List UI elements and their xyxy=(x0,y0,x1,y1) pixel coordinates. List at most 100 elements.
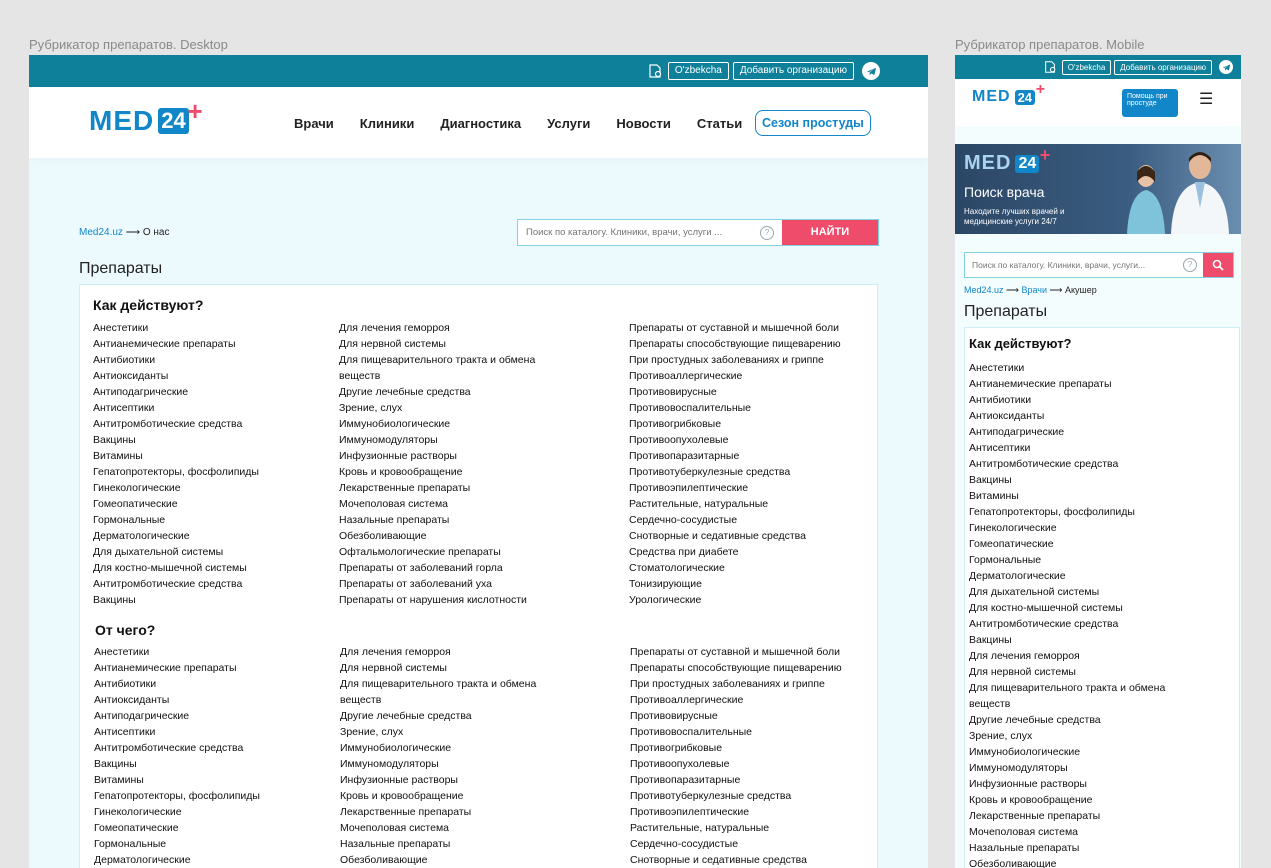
list-item[interactable]: Для костно-мышечной системы xyxy=(93,560,323,576)
list-item[interactable]: Антитромботические средства xyxy=(969,616,1199,632)
list-item[interactable]: Инфузионные растворы xyxy=(340,772,570,788)
list-item[interactable]: Иммуномодуляторы xyxy=(969,760,1199,776)
list-item[interactable]: Антиподагрические xyxy=(93,384,323,400)
list-item[interactable]: Кровь и кровообращение xyxy=(339,464,569,480)
list-item[interactable]: Антианемические препараты xyxy=(94,660,324,676)
list-item[interactable]: Снотворные и седативные средства xyxy=(630,852,870,868)
list-item[interactable]: Витамины xyxy=(969,488,1199,504)
list-item[interactable]: Лекарственные препараты xyxy=(340,804,570,820)
list-item[interactable]: Обезболивающие xyxy=(340,852,570,868)
list-item[interactable]: Противотуберкулезные средства xyxy=(629,464,869,480)
list-item[interactable]: Гормональные xyxy=(94,836,324,852)
nav-item-doctors[interactable]: Врачи xyxy=(294,116,334,131)
list-item[interactable]: Для дыхательной системы xyxy=(93,544,323,560)
list-item[interactable]: Мочеполовая система xyxy=(340,820,570,836)
accessibility-icon[interactable] xyxy=(646,62,664,80)
list-item[interactable]: Зрение, слух xyxy=(339,400,569,416)
list-item[interactable]: Антитромботические средства xyxy=(93,416,323,432)
nav-item-news[interactable]: Новости xyxy=(616,116,671,131)
list-item[interactable]: Для нервной системы xyxy=(340,660,570,676)
list-item[interactable]: Назальные препараты xyxy=(969,840,1199,856)
list-item[interactable]: Антиподагрические xyxy=(969,424,1199,440)
find-doctor-banner[interactable]: MED 24 + Поиск врача Находите лучших врач… xyxy=(955,144,1241,234)
list-item[interactable]: Офтальмологические препараты xyxy=(339,544,569,560)
list-item[interactable]: Анестетики xyxy=(94,644,324,660)
list-item[interactable]: Витамины xyxy=(94,772,324,788)
list-item[interactable]: Препараты от заболеваний уха xyxy=(339,576,569,592)
list-item[interactable]: Препараты от суставной и мышечной боли xyxy=(630,644,870,660)
list-item[interactable]: Для нервной системы xyxy=(969,664,1199,680)
search-input[interactable] xyxy=(965,253,1183,277)
list-item[interactable]: Иммунобиологические xyxy=(339,416,569,432)
list-item[interactable]: Антиоксиданты xyxy=(969,408,1199,424)
list-item[interactable]: Антианемические препараты xyxy=(969,376,1199,392)
menu-icon[interactable]: ☰ xyxy=(1199,89,1213,109)
list-item[interactable]: Мочеполовая система xyxy=(339,496,569,512)
list-item[interactable]: Назальные препараты xyxy=(339,512,569,528)
list-item[interactable]: Снотворные и седативные средства xyxy=(629,528,869,544)
list-item[interactable]: Гепатопротекторы, фосфолипиды xyxy=(969,504,1199,520)
telegram-icon[interactable] xyxy=(862,62,880,80)
list-item[interactable]: Антибиотики xyxy=(93,352,323,368)
list-item[interactable]: Гинекологические xyxy=(969,520,1199,536)
list-item[interactable]: Препараты от заболеваний горла xyxy=(339,560,569,576)
list-item[interactable]: Обезболивающие xyxy=(339,528,569,544)
list-item[interactable]: Назальные препараты xyxy=(340,836,570,852)
list-item[interactable]: Антибиотики xyxy=(969,392,1199,408)
list-item[interactable]: Антиоксиданты xyxy=(94,692,324,708)
list-item[interactable]: Инфузионные растворы xyxy=(339,448,569,464)
list-item[interactable]: Для пищеварительного тракта и обмена вещ… xyxy=(340,676,570,708)
list-item[interactable]: Для костно-мышечной системы xyxy=(969,600,1199,616)
list-item[interactable]: Противопаразитарные xyxy=(630,772,870,788)
list-item[interactable]: Противовоспалительные xyxy=(629,400,869,416)
list-item[interactable]: Антибиотики xyxy=(94,676,324,692)
list-item[interactable]: Противоэпилептические xyxy=(629,480,869,496)
list-item[interactable]: Для пищеварительного тракта и обмена вещ… xyxy=(339,352,569,384)
list-item[interactable]: Вакцины xyxy=(93,432,323,448)
list-item[interactable]: Препараты от суставной и мышечной боли xyxy=(629,320,869,336)
list-item[interactable]: Растительные, натуральные xyxy=(629,496,869,512)
list-item[interactable]: Противовирусные xyxy=(629,384,869,400)
list-item[interactable]: Лекарственные препараты xyxy=(339,480,569,496)
list-item[interactable]: Для лечения геморроя xyxy=(969,648,1199,664)
list-item[interactable]: Тонизирующие xyxy=(629,576,869,592)
list-item[interactable]: Растительные, натуральные xyxy=(630,820,870,836)
list-item[interactable]: Лекарственные препараты xyxy=(969,808,1199,824)
list-item[interactable]: Для дыхательной системы xyxy=(969,584,1199,600)
list-item[interactable]: Гинекологические xyxy=(94,804,324,820)
list-item[interactable]: Противопаразитарные xyxy=(629,448,869,464)
nav-item-diagnostics[interactable]: Диагностика xyxy=(440,116,521,131)
list-item[interactable]: Гомеопатические xyxy=(969,536,1199,552)
list-item[interactable]: Кровь и кровообращение xyxy=(969,792,1199,808)
list-item[interactable]: Для пищеварительного тракта и обмена вещ… xyxy=(969,680,1199,712)
list-item[interactable]: Зрение, слух xyxy=(969,728,1199,744)
nav-item-articles[interactable]: Статьи xyxy=(697,116,742,131)
list-item[interactable]: Гепатопротекторы, фосфолипиды xyxy=(94,788,324,804)
breadcrumb-home[interactable]: Med24.uz xyxy=(79,227,123,238)
list-item[interactable]: Анестетики xyxy=(969,360,1199,376)
add-organization-button[interactable]: Добавить организацию xyxy=(732,62,854,80)
list-item[interactable]: Для лечения геморроя xyxy=(340,644,570,660)
list-item[interactable]: Антианемические препараты xyxy=(93,336,323,352)
list-item[interactable]: При простудных заболеваниях и гриппе xyxy=(629,352,869,368)
language-button[interactable]: O'zbekcha xyxy=(1061,59,1112,75)
list-item[interactable]: Другие лечебные средства xyxy=(340,708,570,724)
list-item[interactable]: Противоэпилептические xyxy=(630,804,870,820)
list-item[interactable]: Инфузионные растворы xyxy=(969,776,1199,792)
cold-help-button[interactable]: Помощь при простуде xyxy=(1122,89,1178,117)
list-item[interactable]: Мочеполовая система xyxy=(969,824,1199,840)
list-item[interactable]: Кровь и кровообращение xyxy=(340,788,570,804)
list-item[interactable]: Противогрибковые xyxy=(630,740,870,756)
list-item[interactable]: Иммуномодуляторы xyxy=(340,756,570,772)
list-item[interactable]: Сердечно-сосудистые xyxy=(629,512,869,528)
list-item[interactable]: Иммунобиологические xyxy=(969,744,1199,760)
list-item[interactable]: Иммунобиологические xyxy=(340,740,570,756)
list-item[interactable]: Гинекологические xyxy=(93,480,323,496)
language-button[interactable]: O'zbekcha xyxy=(667,62,729,80)
list-item[interactable]: Антитромботические средства xyxy=(969,456,1199,472)
telegram-icon[interactable] xyxy=(1219,60,1233,74)
list-item[interactable]: Зрение, слух xyxy=(340,724,570,740)
list-item[interactable]: Обезболивающие xyxy=(969,856,1199,868)
list-item[interactable]: Гомеопатические xyxy=(94,820,324,836)
list-item[interactable]: Стоматологические xyxy=(629,560,869,576)
